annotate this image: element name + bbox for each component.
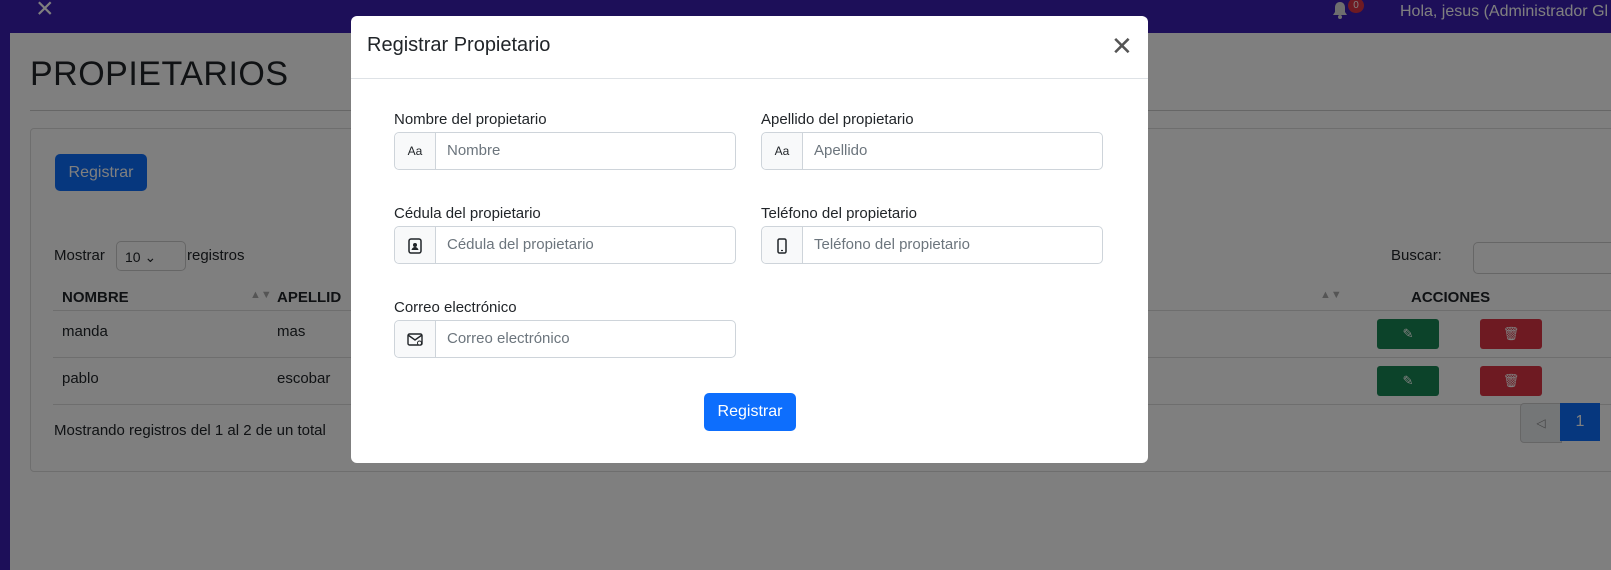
apellido-placeholder: Apellido: [814, 142, 868, 159]
envelope-icon: [395, 321, 436, 357]
apellido-label: Apellido del propietario: [761, 111, 914, 128]
telefono-label: Teléfono del propietario: [761, 205, 917, 222]
apellido-field[interactable]: Aa Apellido: [761, 132, 1103, 170]
correo-placeholder: Correo electrónico: [447, 330, 570, 347]
nombre-field[interactable]: Aa Nombre: [394, 132, 736, 170]
text-icon: Aa: [395, 133, 436, 169]
cedula-field[interactable]: Cédula del propietario: [394, 226, 736, 264]
nombre-label: Nombre del propietario: [394, 111, 547, 128]
modal-title: Registrar Propietario: [367, 34, 551, 56]
correo-field[interactable]: Correo electrónico: [394, 320, 736, 358]
modal-header: Registrar Propietario ✕: [351, 16, 1148, 79]
nombre-placeholder: Nombre: [447, 142, 501, 159]
register-owner-modal: Registrar Propietario ✕ Nombre del propi…: [351, 16, 1148, 463]
close-icon[interactable]: ✕: [1111, 33, 1133, 59]
telefono-field[interactable]: Teléfono del propietario: [761, 226, 1103, 264]
text-icon: Aa: [762, 133, 803, 169]
submit-register-button[interactable]: Registrar: [704, 393, 796, 431]
cedula-label: Cédula del propietario: [394, 205, 541, 222]
id-card-icon: [395, 227, 436, 263]
correo-label: Correo electrónico: [394, 299, 517, 316]
telefono-placeholder: Teléfono del propietario: [814, 236, 970, 253]
phone-icon: [762, 227, 803, 263]
cedula-placeholder: Cédula del propietario: [447, 236, 594, 253]
